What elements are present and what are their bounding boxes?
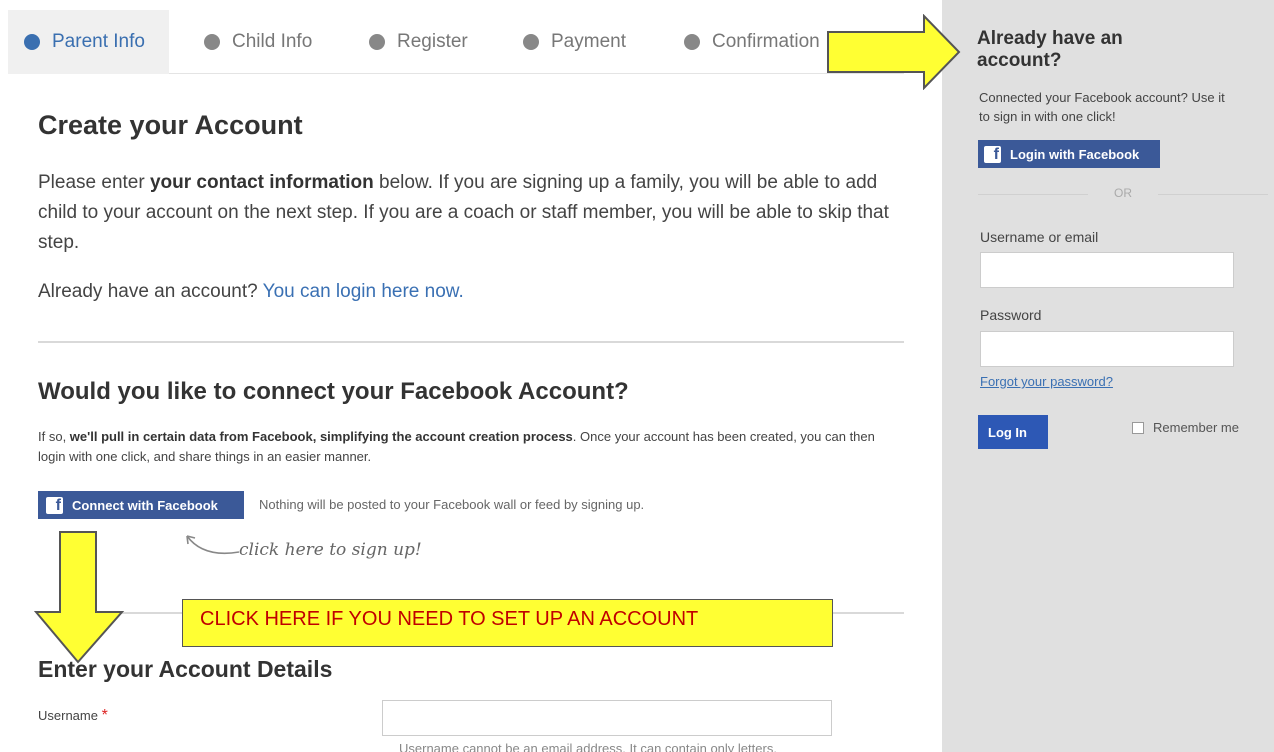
remember-me-checkbox[interactable]: Remember me xyxy=(1132,420,1239,435)
intro-text: Please enter your contact information be… xyxy=(38,172,889,253)
username-label: Username * xyxy=(38,707,108,724)
password-input[interactable] xyxy=(980,331,1234,367)
login-sidebar: Already have an account? Connected your … xyxy=(942,0,1274,752)
annotation-callout: CLICK HERE IF YOU NEED TO SET UP AN ACCO… xyxy=(182,599,833,647)
facebook-description: If so, we'll pull in certain data from F… xyxy=(38,429,875,464)
step-dot-icon xyxy=(523,34,539,50)
right-arrow-icon xyxy=(827,14,961,90)
step-dot-icon xyxy=(684,34,700,50)
step-register[interactable]: Register xyxy=(369,10,468,74)
username-help-text: Username cannot be an email address. It … xyxy=(399,741,777,752)
page-title: Create your Account xyxy=(38,110,303,140)
forgot-password-link[interactable]: Forgot your password? xyxy=(980,374,1113,389)
sidebar-subtitle: Connected your Facebook account? Use it … xyxy=(979,90,1225,124)
facebook-icon: f xyxy=(46,496,63,514)
step-confirmation[interactable]: Confirmation xyxy=(684,10,820,74)
log-in-button[interactable]: Log In xyxy=(978,415,1048,449)
hand-note: click here to sign up! xyxy=(183,535,422,560)
step-dot-icon xyxy=(369,34,385,50)
username-input[interactable] xyxy=(382,700,832,736)
facebook-disclaimer: Nothing will be posted to your Facebook … xyxy=(259,497,645,512)
login-here-link[interactable]: You can login here now. xyxy=(263,281,464,302)
required-mark: * xyxy=(101,707,108,724)
or-divider: OR xyxy=(978,186,1268,200)
step-label: Register xyxy=(397,31,468,52)
facebook-icon: f xyxy=(984,145,1001,163)
password-label: Password xyxy=(980,307,1042,323)
checkbox-icon[interactable] xyxy=(1132,421,1144,434)
step-label: Parent Info xyxy=(52,31,145,52)
step-dot-icon xyxy=(24,34,40,50)
step-label: Confirmation xyxy=(712,31,820,52)
username-or-email-input[interactable] xyxy=(980,252,1234,288)
down-arrow-icon xyxy=(34,531,125,664)
sidebar-title: Already have an account? xyxy=(977,28,1123,71)
facebook-heading: Would you like to connect your Facebook … xyxy=(38,378,629,405)
progress-steps: Parent Info Child Info Register Payment … xyxy=(8,10,904,74)
step-dot-icon xyxy=(204,34,220,50)
connect-with-facebook-button[interactable]: f Connect with Facebook xyxy=(38,491,244,519)
step-label: Child Info xyxy=(232,31,313,52)
already-have-account-text: Already have an account? You can login h… xyxy=(38,281,464,302)
step-parent-info[interactable]: Parent Info xyxy=(8,10,169,74)
step-child-info[interactable]: Child Info xyxy=(204,10,312,74)
login-with-facebook-button[interactable]: f Login with Facebook xyxy=(978,140,1160,168)
username-or-email-label: Username or email xyxy=(980,229,1099,245)
step-payment[interactable]: Payment xyxy=(523,10,626,74)
curved-arrow-icon xyxy=(186,535,240,555)
divider xyxy=(38,341,904,343)
step-label: Payment xyxy=(551,31,626,52)
